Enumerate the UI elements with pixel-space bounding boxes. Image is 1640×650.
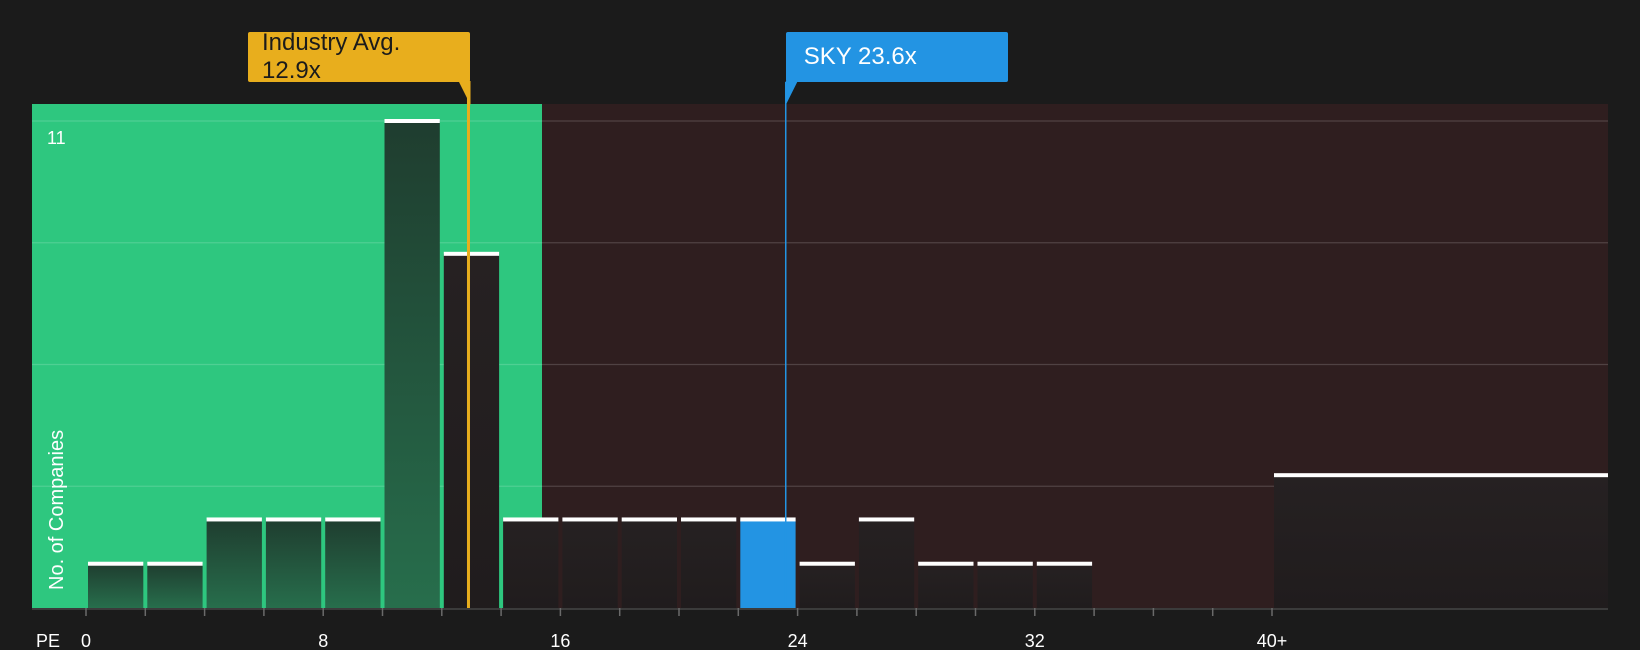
industry-average-callout: Industry Avg. 12.9x — [248, 29, 471, 84]
histogram-bar-cap — [562, 517, 618, 522]
histogram-bar-cap — [1036, 561, 1093, 566]
histogram-bar-cap — [977, 561, 1033, 566]
histogram-bar — [88, 563, 144, 608]
histogram-bar-cap — [799, 561, 855, 566]
industry-average-pointer — [458, 81, 471, 105]
histogram-bar-cap — [384, 119, 440, 123]
histogram-bar — [621, 519, 677, 608]
histogram-bar — [503, 519, 559, 608]
histogram-bar — [265, 519, 322, 608]
histogram-bar — [206, 519, 262, 608]
y-axis-label: No. of Companies — [46, 430, 68, 590]
histogram-bar-cap — [740, 517, 796, 522]
x-tick-label: 40+ — [1257, 631, 1288, 650]
histogram-bar-cap — [265, 517, 322, 522]
histogram-bar-cap — [88, 561, 144, 566]
histogram-bar-cap — [503, 517, 559, 522]
company-marker-pointer — [785, 81, 798, 105]
x-axis-label: PE — [36, 631, 60, 650]
histogram-bar-cap — [325, 517, 381, 522]
x-tick-label: 32 — [1025, 631, 1045, 650]
pe-distribution-chart: 0 8 16 24 32 40+ 11 No. of Companies PE — [32, 81, 1608, 650]
x-tick-label: 8 — [318, 631, 328, 650]
histogram-bar-cap — [206, 517, 262, 522]
histogram-bar — [858, 519, 915, 608]
histogram-bar — [325, 519, 381, 608]
histogram-bar — [1036, 563, 1093, 608]
histogram-bar-cap — [918, 561, 974, 566]
histogram-bar-cap — [858, 517, 915, 522]
histogram-bar-cap — [147, 561, 203, 566]
histogram-bar — [384, 121, 440, 608]
histogram-bar — [1274, 475, 1608, 608]
histogram-bar-cap — [1274, 473, 1608, 478]
histogram-bar — [918, 563, 974, 608]
histogram-bar — [562, 519, 618, 608]
histogram-bar-cap — [681, 517, 737, 522]
y-top-tick-label: 11 — [47, 128, 66, 148]
company-pe-callout: SKY 23.6x — [785, 32, 1008, 82]
histogram-bar — [977, 563, 1033, 608]
histogram-bar-cap — [621, 517, 677, 522]
x-tick-label: 16 — [550, 631, 570, 650]
histogram-bar — [799, 563, 855, 608]
histogram-bar — [740, 519, 796, 608]
histogram-bar — [147, 563, 203, 608]
histogram-bar — [443, 253, 500, 608]
histogram-bar-cap — [443, 251, 500, 256]
x-tick-label: 0 — [81, 631, 91, 650]
x-tick-label: 24 — [788, 631, 808, 650]
histogram-bar — [681, 519, 737, 608]
x-axis-ticks: 0 8 16 24 32 40+ — [81, 608, 1287, 650]
